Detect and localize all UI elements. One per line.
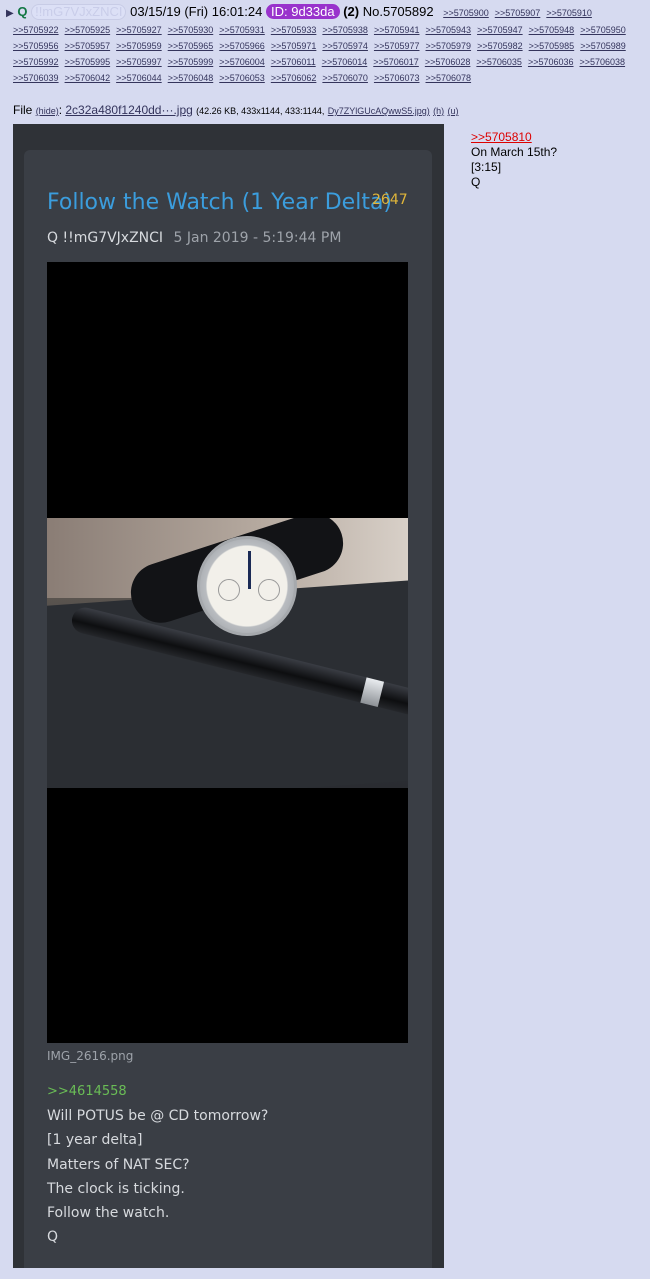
backlink[interactable]: >>5705922 (13, 22, 59, 38)
embedded-post-number: 2647 (372, 192, 408, 208)
backlink[interactable]: >>5706017 (373, 54, 419, 70)
backlink[interactable]: >>5705938 (322, 22, 368, 38)
backlink[interactable]: >>5706014 (322, 54, 368, 70)
backlink[interactable]: >>5705950 (580, 22, 626, 38)
backlink[interactable]: >>5705995 (65, 54, 111, 70)
backlink[interactable]: >>5705977 (374, 38, 420, 54)
embedded-post-card: Follow the Watch (1 Year Delta) 2647 Q !… (24, 150, 432, 1268)
embedded-line: The clock is ticking. (47, 1180, 185, 1197)
backlink[interactable]: >>5705927 (116, 22, 162, 38)
backlink[interactable]: >>5705989 (580, 38, 626, 54)
backlink[interactable]: >>5706038 (580, 54, 626, 70)
backlink[interactable]: >>5705956 (13, 38, 59, 54)
original-filename-link[interactable]: Dy7ZYlGUcAQwwS5.jpg) (328, 106, 430, 116)
backlink[interactable]: >>5705933 (271, 22, 317, 38)
backlink[interactable]: >>5705982 (477, 38, 523, 54)
backlink[interactable]: >>5706070 (322, 70, 368, 86)
tripcode: !!mG7VJxZNCI (31, 4, 127, 20)
backlink[interactable]: >>5705931 (219, 22, 265, 38)
backlink[interactable]: >>5705966 (219, 38, 265, 54)
image-caption: IMG_2616.png (47, 1049, 134, 1063)
backlink[interactable]: >>5705925 (65, 22, 111, 38)
backlink[interactable]: >>5705971 (271, 38, 317, 54)
backlink[interactable]: >>5705910 (546, 8, 592, 18)
watch-hand (248, 551, 251, 589)
post-image[interactable]: Follow the Watch (1 Year Delta) 2647 Q !… (13, 124, 444, 1268)
post-menu-arrow-icon[interactable]: ▶ (6, 8, 14, 19)
post-datetime: 03/15/19 (Fri) 16:01:24 (130, 4, 263, 19)
post-header: ▶ Q !!mG7VJxZNCI 03/15/19 (Fri) 16:01:24… (6, 4, 650, 22)
post-count: (2) (343, 4, 360, 19)
embedded-line: Matters of NAT SEC? (47, 1156, 190, 1173)
file-details: (42.26 KB, 433x1144, 433:1144, (196, 106, 325, 116)
backlink[interactable]: >>5706048 (168, 70, 214, 86)
backlink[interactable]: >>5705930 (168, 22, 214, 38)
embedded-date: 5 Jan 2019 - 5:19:44 PM (173, 230, 342, 246)
quote-link[interactable]: >>5705810 (471, 130, 532, 144)
embedded-lines: Will POTUS be @ CD tomorrow? [1 year delt… (47, 1104, 408, 1249)
file-label: File (13, 103, 33, 117)
embedded-line: Follow the watch. (47, 1205, 170, 1222)
message-line: On March 15th? (471, 145, 558, 159)
backlinks: >>5705922 >>5705925 >>5705927 >>5705930 >>57… (13, 22, 650, 86)
embedded-line: [1 year delta] (47, 1132, 143, 1149)
watch-subdial (218, 579, 240, 601)
embedded-post-meta: Q !!mG7VJxZNCI 5 Jan 2019 - 5:19:44 PM (47, 230, 341, 246)
backlink[interactable]: >>5705999 (168, 54, 214, 70)
backlink[interactable]: >>5706011 (271, 54, 316, 70)
embedded-line: Q (47, 1229, 59, 1246)
message-line: Q (471, 175, 481, 189)
embedded-post-body: >>4614558 Will POTUS be @ CD tomorrow? [1… (47, 1080, 408, 1249)
embedded-trip: !!mG7VJxZNCI (62, 230, 164, 246)
backlink[interactable]: >>5705943 (426, 22, 472, 38)
backlink[interactable]: >>5706073 (374, 70, 420, 86)
backlink[interactable]: >>5705900 (443, 8, 489, 18)
backlink[interactable]: >>5705979 (426, 38, 472, 54)
backlink[interactable]: >>5705959 (116, 38, 162, 54)
message-line: [3:15] (471, 160, 502, 174)
backlink[interactable]: >>5706004 (219, 54, 265, 70)
watch-icon (197, 536, 297, 636)
embedded-post-title: Follow the Watch (1 Year Delta) (47, 190, 393, 215)
watch-subdial (258, 579, 280, 601)
hide-file-link[interactable]: (hide) (36, 106, 59, 116)
poster-name: Q (17, 4, 28, 19)
backlink[interactable]: >>5705947 (477, 22, 523, 38)
reply-lines: On March 15th? [3:15] Q (471, 145, 557, 190)
backlink[interactable]: >>5706039 (13, 70, 59, 86)
backlink[interactable]: >>5706036 (528, 54, 574, 70)
backlink[interactable]: >>5706035 (476, 54, 522, 70)
backlink[interactable]: >>5706044 (116, 70, 162, 86)
inline-backlinks: >>5705900 >>5705907 >>5705910 (437, 8, 592, 18)
file-h-link[interactable]: (h) (433, 106, 444, 116)
backlink[interactable]: >>5706062 (271, 70, 317, 86)
backlink[interactable]: >>5705985 (529, 38, 575, 54)
file-name-link[interactable]: 2c32a480f1240dd···.jpg (65, 103, 192, 117)
post-message: >>5705810 On March 15th? [3:15] Q (471, 130, 557, 190)
embedded-line: Will POTUS be @ CD tomorrow? (47, 1108, 269, 1125)
backlink[interactable]: >>5706028 (425, 54, 471, 70)
embedded-image-frame (47, 262, 408, 1043)
post-number[interactable]: No.5705892 (363, 4, 434, 19)
backlink[interactable]: >>5705907 (495, 8, 541, 18)
backlink[interactable]: >>5706053 (219, 70, 265, 86)
backlink[interactable]: >>5706042 (65, 70, 111, 86)
file-info-bar: File (hide): 2c32a480f1240dd···.jpg (42.… (13, 103, 459, 117)
file-u-link[interactable]: (u) (448, 106, 459, 116)
embedded-ref-link: >>4614558 (47, 1084, 127, 1099)
backlink[interactable]: >>5705992 (13, 54, 59, 70)
backlink[interactable]: >>5705965 (168, 38, 214, 54)
backlink[interactable]: >>5705957 (65, 38, 111, 54)
backlink[interactable]: >>5705941 (374, 22, 420, 38)
embedded-author: Q (47, 230, 59, 246)
watch-photo (47, 518, 408, 788)
pen-band (360, 677, 385, 707)
backlink[interactable]: >>5705997 (116, 54, 162, 70)
backlink[interactable]: >>5705974 (322, 38, 368, 54)
backlink[interactable]: >>5706078 (426, 70, 472, 86)
poster-id-badge[interactable]: ID: 9d33da (265, 4, 340, 19)
backlink[interactable]: >>5705948 (529, 22, 575, 38)
